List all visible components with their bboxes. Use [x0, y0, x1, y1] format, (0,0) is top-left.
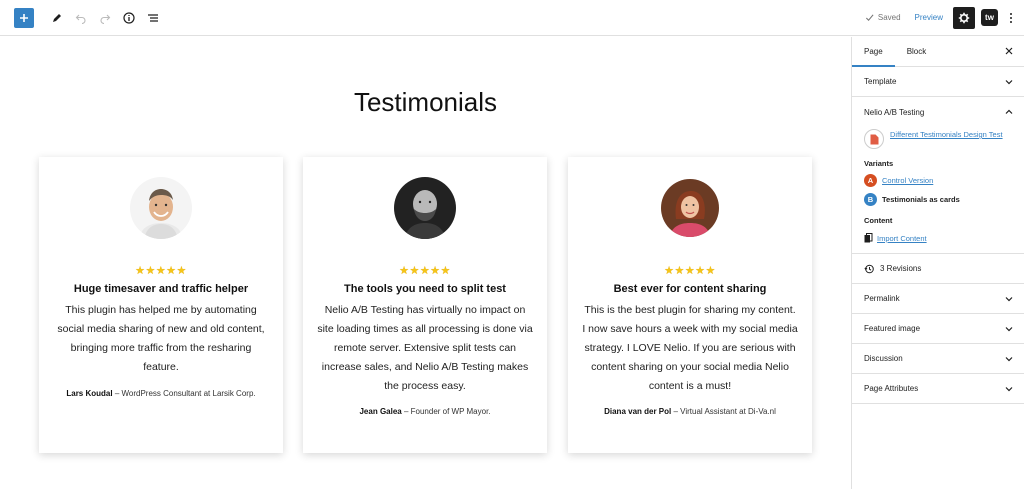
avatar — [130, 177, 192, 239]
chevron-down-icon — [1005, 357, 1013, 362]
saved-label: Saved — [877, 13, 901, 22]
panel-discussion-label: Discussion — [864, 354, 903, 363]
experiment-link[interactable]: Different Testimonials Design Test — [890, 129, 1003, 140]
variant-badge: B — [864, 193, 877, 206]
panel-featured-image-label: Featured image — [864, 324, 921, 333]
settings-button[interactable] — [953, 6, 975, 29]
panel-permalink[interactable]: Permalink — [852, 284, 1024, 314]
details-button[interactable] — [118, 7, 140, 29]
editor-canvas: Testimonials ★★★★★ Huge timesaver and tr… — [0, 37, 851, 489]
avatar — [394, 177, 456, 239]
plus-icon — [20, 13, 28, 22]
chevron-down-icon — [1005, 80, 1013, 85]
import-content-row: Import Content — [864, 233, 1012, 243]
content-label: Content — [864, 216, 893, 225]
panel-featured-image[interactable]: Featured image — [852, 314, 1024, 344]
toolbar-right: Saved Preview tw — [865, 0, 1024, 36]
pencil-icon — [53, 13, 61, 22]
settings-sidebar: Page Block Template Nelio A/B Testing Di… — [851, 37, 1024, 489]
panel-nelio-ab-testing: Nelio A/B Testing Different Testimonials… — [852, 97, 1024, 254]
add-block-button[interactable] — [14, 7, 34, 28]
undo-button[interactable] — [70, 7, 92, 29]
panel-discussion[interactable]: Discussion — [852, 344, 1024, 374]
page-title[interactable]: Testimonials — [0, 87, 851, 118]
variant-a: A Control Version — [864, 174, 1012, 187]
variant-badge: A — [864, 174, 877, 187]
author-name: Lars Koudal — [66, 389, 113, 398]
avatar — [661, 179, 719, 237]
variants-label: Variants — [864, 159, 894, 168]
document-icon — [864, 129, 884, 149]
import-content-link[interactable]: Import Content — [877, 234, 927, 243]
history-icon — [864, 264, 874, 273]
panel-template[interactable]: Template — [852, 67, 1024, 97]
star-rating: ★★★★★ — [399, 265, 451, 277]
more-options-button[interactable] — [1006, 7, 1016, 29]
revisions-label: 3 Revisions — [880, 264, 922, 273]
copy-icon — [864, 233, 873, 243]
testimonial-author: Lars Koudal – WordPress Consultant at La… — [47, 389, 275, 398]
variant-b-label: Testimonials as cards — [882, 195, 960, 204]
list-view-button[interactable] — [142, 7, 164, 29]
plugin-button[interactable]: tw — [981, 9, 998, 26]
sidebar-tabs: Page Block — [852, 37, 1024, 67]
saved-status: Saved — [865, 13, 901, 22]
panel-page-attributes[interactable]: Page Attributes — [852, 374, 1024, 404]
chevron-up-icon — [1005, 109, 1013, 114]
tools-button[interactable] — [46, 7, 68, 29]
testimonial-card[interactable]: ★★★★★ Best ever for content sharing This… — [568, 157, 812, 453]
chevron-down-icon — [1005, 297, 1013, 302]
info-icon — [123, 11, 135, 24]
tab-page[interactable]: Page — [852, 37, 895, 67]
kebab-icon — [1010, 12, 1012, 15]
star-rating: ★★★★★ — [135, 265, 187, 277]
chevron-down-icon — [1005, 387, 1013, 392]
testimonial-author: Jean Galea – Founder of WP Mayor. — [311, 407, 539, 416]
panel-nelio-label: Nelio A/B Testing — [864, 107, 925, 117]
preview-button[interactable]: Preview — [915, 13, 943, 22]
redo-icon — [100, 14, 111, 24]
chevron-down-icon — [1005, 327, 1013, 332]
undo-icon — [75, 14, 86, 24]
panel-page-attributes-label: Page Attributes — [864, 384, 919, 393]
testimonial-card[interactable]: ★★★★★ The tools you need to split test N… — [303, 157, 547, 453]
testimonial-title: Best ever for content sharing — [613, 283, 767, 295]
author-name: Jean Galea — [359, 407, 402, 416]
testimonial-title: The tools you need to split test — [344, 283, 506, 295]
toolbar-left — [0, 7, 166, 29]
list-view-icon — [148, 13, 158, 22]
star-rating: ★★★★★ — [664, 265, 716, 277]
author-role: – Founder of WP Mayor. — [401, 407, 491, 416]
editor-toolbar: Saved Preview tw — [0, 0, 1024, 36]
redo-button[interactable] — [94, 7, 116, 29]
author-name: Diana van der Pol — [604, 407, 672, 416]
tab-block[interactable]: Block — [895, 37, 939, 67]
revisions-row[interactable]: 3 Revisions — [852, 254, 1024, 284]
check-icon — [865, 14, 874, 21]
testimonial-body: This is the best plugin for sharing my c… — [582, 304, 798, 392]
gear-icon — [958, 12, 970, 23]
testimonial-card[interactable]: ★★★★★ Huge timesaver and traffic helper … — [39, 157, 283, 453]
testimonial-author: Diana van der Pol – Virtual Assistant at… — [576, 407, 804, 416]
experiment-row: Different Testimonials Design Test — [864, 129, 1012, 149]
testimonial-body: Nelio A/B Testing has virtually no impac… — [317, 304, 533, 392]
variant-b: B Testimonials as cards — [864, 193, 1012, 206]
testimonial-body: This plugin has helped me by automating … — [57, 304, 265, 373]
author-role: – WordPress Consultant at Larsik Corp. — [112, 389, 256, 398]
author-role: – Virtual Assistant at Di-Va.nl — [671, 407, 776, 416]
panel-nelio-header[interactable]: Nelio A/B Testing — [864, 97, 1013, 127]
close-icon[interactable] — [1004, 46, 1014, 56]
testimonial-title: Huge timesaver and traffic helper — [73, 283, 249, 295]
panel-permalink-label: Permalink — [864, 294, 900, 303]
variant-a-link[interactable]: Control Version — [882, 176, 933, 185]
panel-template-label: Template — [864, 77, 897, 86]
